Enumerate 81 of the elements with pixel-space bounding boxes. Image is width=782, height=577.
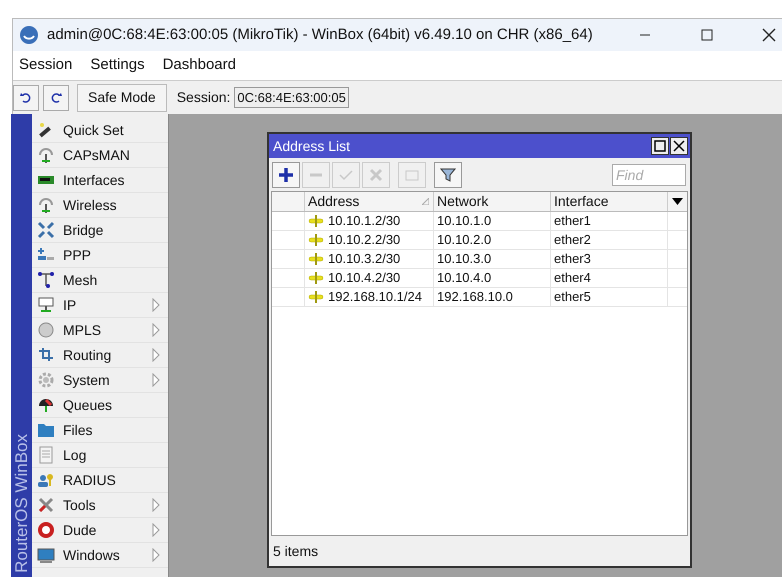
address-plug-icon (308, 215, 324, 227)
table-cell-text: ether2 (554, 231, 591, 250)
toolbar-button[interactable] (434, 162, 462, 188)
address-plug-icon (308, 253, 324, 265)
menu-item[interactable]: Session (19, 54, 72, 77)
tools-icon (37, 496, 55, 514)
toolbar-button[interactable] (272, 162, 300, 188)
column-header[interactable]: Interface (551, 192, 668, 211)
menu-item[interactable]: Dashboard (162, 54, 236, 77)
table-cell-text: 10.10.2.2/30 (328, 231, 400, 250)
session-label: Session: (176, 88, 230, 107)
find-field[interactable]: Find (612, 164, 686, 186)
table-row[interactable]: 10.10.4.2/30 10.10.4.0 ether4 (272, 269, 687, 288)
table-cell-text: 10.10.2.0 (437, 231, 492, 250)
table-cell-text: 10.10.1.2/30 (328, 212, 400, 230)
brand-text: RouterOS WinBox (11, 434, 32, 573)
table-row[interactable]: 10.10.1.2/30 10.10.1.0 ether1 (272, 212, 687, 231)
bridge-icon (37, 221, 55, 239)
safe-mode-button[interactable]: Safe Mode (77, 84, 167, 112)
cross-icon (368, 166, 384, 182)
minus-icon (309, 172, 323, 176)
table-row[interactable]: 10.10.3.2/30 10.10.3.0 ether3 (272, 250, 687, 269)
sidebar-item[interactable]: Files (32, 418, 168, 443)
routing-icon (37, 346, 55, 364)
address-list-title: Address List (273, 136, 350, 156)
sidebar-item[interactable]: Log (32, 443, 168, 468)
mesh-icon (37, 271, 55, 289)
sidebar-item[interactable]: MPLS (32, 318, 168, 343)
gear-icon (37, 371, 55, 389)
address-plug-icon (308, 272, 324, 284)
sidebar-item[interactable]: Tools (32, 493, 168, 518)
table-cell-text: ether5 (554, 288, 591, 306)
table-cell-text: 10.10.3.2/30 (328, 250, 400, 268)
table-cell-text: ether1 (554, 212, 591, 230)
minimize-icon (639, 34, 651, 36)
table-cell-text: 10.10.3.0 (437, 250, 492, 268)
sidebar-item[interactable]: Routing (32, 343, 168, 368)
table-cell-text: 10.10.4.0 (437, 269, 492, 288)
sidebar-item[interactable]: Interfaces (32, 168, 168, 193)
table-row[interactable]: 192.168.10.1/24 192.168.10.0 ether5 (272, 288, 687, 307)
address-plug-icon (308, 291, 324, 303)
maximize-icon (654, 140, 666, 152)
table-cell-text: ether3 (554, 250, 591, 268)
folder-icon (37, 421, 55, 439)
undo-icon (20, 92, 32, 104)
address-plug-icon (308, 234, 324, 246)
window-title: admin@0C:68:4E:63:00:05 (MikroTik) - WinBox (64bit) v6.49.10 on CHR (x86_64) (47, 24, 593, 45)
antenna-icon (37, 146, 55, 164)
maximize-button[interactable] (651, 137, 669, 155)
plus-icon (278, 166, 294, 182)
column-header[interactable]: Network (434, 192, 551, 211)
table-cell-text: 10.10.1.0 (437, 212, 492, 230)
sidebar-item[interactable]: Dude (32, 518, 168, 543)
monitor-icon (37, 546, 55, 564)
table-cell-text: 192.168.10.0 (437, 288, 513, 306)
item-count: 5 items (273, 542, 318, 560)
document-icon (37, 446, 55, 464)
maximize-icon (701, 29, 713, 41)
table-cell-text: ether4 (554, 269, 591, 288)
table-cell-text: 10.10.4.2/30 (328, 269, 400, 288)
caret-icon (672, 198, 683, 205)
session-field: 0C:68:4E:63:00:05 (234, 86, 349, 108)
redo-icon (50, 92, 62, 104)
table-row[interactable]: 10.10.2.2/30 10.10.2.0 ether2 (272, 231, 687, 250)
sidebar-item[interactable]: IP (32, 293, 168, 318)
column-header[interactable]: Address (305, 192, 434, 211)
menu-item[interactable]: Settings (90, 54, 145, 77)
redo-button[interactable] (43, 84, 69, 110)
close-button[interactable] (670, 137, 688, 155)
sidebar-item[interactable]: RADIUS (32, 468, 168, 493)
close-icon (673, 140, 685, 152)
sidebar-item[interactable]: System (32, 368, 168, 393)
app-logo-icon (19, 25, 39, 45)
filter-icon (440, 166, 456, 182)
undo-button[interactable] (13, 84, 39, 110)
sidebar-item[interactable]: Windows (32, 543, 168, 568)
antenna-icon (37, 196, 55, 214)
table-cell-text: 192.168.10.1/24 (328, 288, 422, 306)
user-key-icon (37, 471, 55, 489)
close-icon (762, 28, 776, 42)
sort-arrow-icon (422, 198, 429, 205)
